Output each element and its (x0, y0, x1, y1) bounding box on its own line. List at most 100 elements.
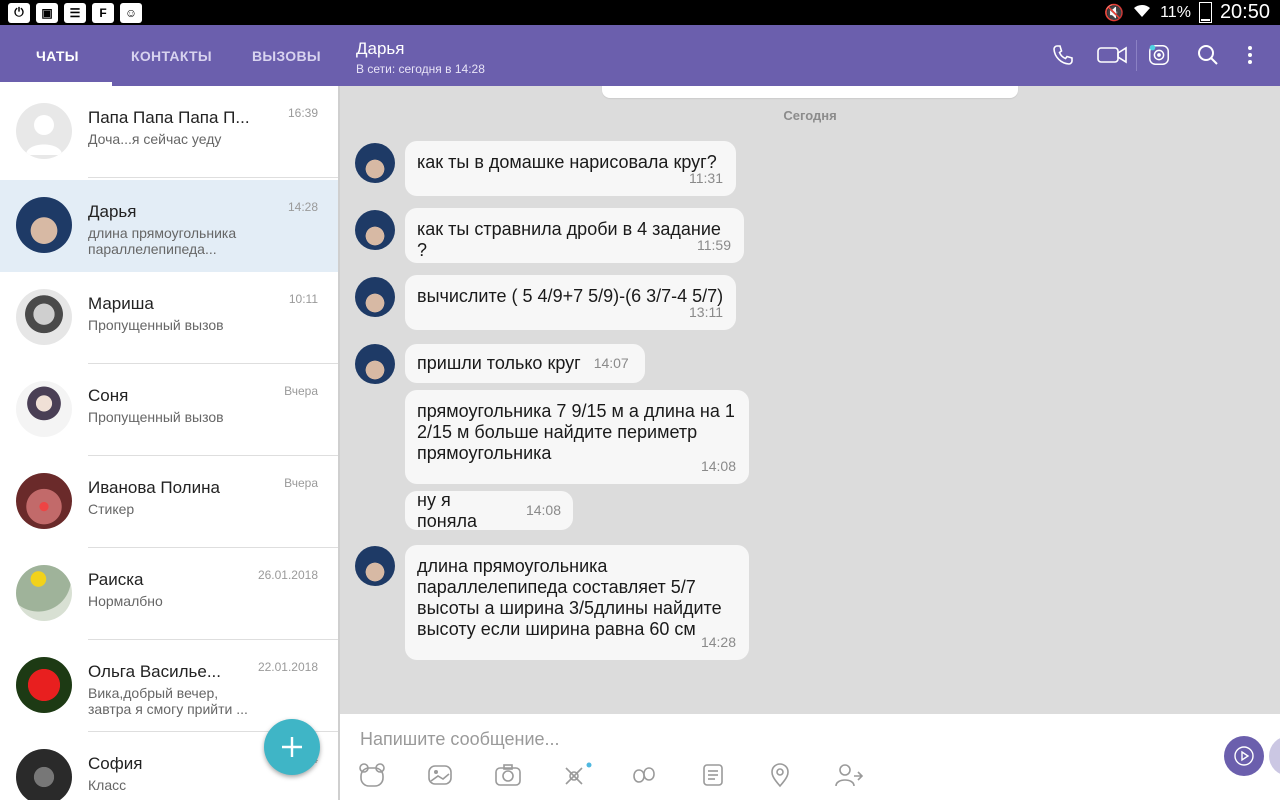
chat-list-item[interactable]: Соня Вчера Пропущенный вызов (0, 364, 338, 456)
chat-preview: Нормалбно (88, 593, 163, 609)
chat-preview: длина прямоугольника параллелепипеда... (88, 225, 237, 257)
message-bubble[interactable]: прямоугольника 7 9/15 м а длина на 1 2/1… (405, 390, 749, 484)
chat-preview: Класс (88, 777, 127, 793)
chat-name: Раиска (88, 570, 144, 589)
doodle-button[interactable] (562, 762, 592, 788)
avatar (16, 381, 72, 437)
chat-time: 22.01.2018 (257, 660, 318, 674)
toolbar-divider (1136, 40, 1137, 71)
message-text: длина прямоугольника параллелепипеда сос… (417, 556, 722, 639)
secondary-action-button[interactable] (1269, 736, 1280, 776)
message-bubble[interactable]: как ты в домашке нарисовала круг? 11:31 (405, 141, 736, 196)
tab-calls[interactable]: ВЫЗОВЫ (252, 25, 321, 86)
search-icon (1198, 45, 1218, 65)
sender-avatar[interactable] (355, 210, 395, 250)
chat-header[interactable]: Дарья В сети: сегодня в 14:28 (356, 39, 485, 76)
chat-time: Вчера (284, 476, 318, 490)
sender-avatar[interactable] (355, 344, 395, 384)
message-text: вычислите ( 5 4/9+7 5/9)-(6 3/7-4 5/7) (417, 286, 724, 306)
power-notification-icon: ⏻ (8, 2, 30, 23)
chat-time: 10:11 (288, 292, 318, 306)
chat-name: София (88, 754, 143, 773)
gallery-notification-icon: ▣ (36, 2, 58, 23)
chat-name: Дарья (88, 202, 137, 221)
leaf-gif-icon (633, 767, 655, 783)
video-camera-icon (1097, 46, 1127, 64)
message-bubble[interactable]: ну я поняла 14:08 (405, 489, 573, 531)
chat-time: Вчера (284, 384, 318, 398)
message-bubble[interactable]: пришли только круг 14:07 (405, 344, 645, 383)
chat-list-item[interactable]: Раиска 26.01.2018 Нормалбно (0, 548, 338, 640)
gallery-icon (428, 765, 452, 785)
chat-time: 14:28 (287, 200, 318, 214)
stories-icon (1149, 44, 1169, 65)
message-composer (340, 714, 1280, 800)
mute-icon: 🔇 (1104, 4, 1125, 22)
search-button[interactable] (1196, 43, 1220, 67)
send-button[interactable] (1224, 736, 1264, 776)
gallery-button[interactable] (426, 762, 454, 788)
chat-preview: Доча...я сейчас уеду (88, 131, 222, 147)
chat-list-item[interactable]: Иванова Полина Вчера Стикер (0, 456, 338, 548)
message-time: 14:28 (700, 634, 736, 650)
tab-contacts[interactable]: КОНТАКТЫ (131, 25, 212, 86)
location-button[interactable] (766, 762, 794, 788)
sender-avatar[interactable] (355, 546, 395, 586)
more-vertical-icon (1248, 46, 1252, 64)
bear-sticker-icon (359, 763, 385, 787)
avatar (16, 197, 72, 253)
share-contact-button[interactable] (834, 762, 864, 788)
message-bubble[interactable]: длина прямоугольника параллелепипеда сос… (405, 545, 749, 660)
document-icon (703, 764, 723, 786)
location-pin-icon (771, 763, 789, 788)
more-options-button[interactable] (1238, 43, 1262, 67)
news-notification-icon: ☰ (64, 2, 86, 23)
chat-name: Иванова Полина (88, 478, 220, 497)
message-input[interactable] (358, 725, 1202, 753)
message-time: 14:07 (593, 355, 629, 371)
flipboard-notification-icon: F (92, 2, 114, 23)
camera-button[interactable] (494, 762, 522, 788)
avatar (16, 657, 72, 713)
message-time: 14:08 (700, 458, 736, 474)
plus-icon (282, 737, 302, 757)
chat-online-status: В сети: сегодня в 14:28 (356, 62, 485, 76)
chat-list-item[interactable]: Мариша 10:11 Пропущенный вызов (0, 272, 338, 364)
snapchat-notification-icon: ☺ (120, 2, 142, 23)
chat-list-item[interactable]: Ольга Василье... 22.01.2018 Вика,добрый … (0, 640, 338, 732)
share-contact-icon (835, 764, 864, 787)
conversation-pane[interactable]: Сегодня как ты в домашке нарисовала круг… (340, 86, 1280, 714)
previous-message-edge (602, 86, 1018, 98)
video-call-button[interactable] (1096, 43, 1128, 67)
doodle-icon (565, 762, 592, 785)
battery-percent: 11% (1160, 3, 1191, 21)
sticker-button[interactable] (358, 762, 386, 788)
chat-preview: Вика,добрый вечер, завтра я смогу прийти… (88, 685, 248, 717)
message-text: как ты стравнила дроби в 4 задание ? (417, 219, 721, 260)
battery-icon (1198, 2, 1212, 23)
sender-avatar[interactable] (355, 277, 395, 317)
message-text: как ты в домашке нарисовала круг? (417, 152, 717, 172)
avatar (16, 565, 72, 621)
chat-list-item-selected[interactable]: Дарья 14:28 длина прямоугольника паралле… (0, 180, 338, 272)
message-bubble[interactable]: вычислите ( 5 4/9+7 5/9)-(6 3/7-4 5/7) 1… (405, 275, 736, 330)
new-chat-button[interactable] (264, 719, 320, 775)
attach-file-button[interactable] (698, 762, 726, 788)
stories-button[interactable] (1147, 43, 1171, 67)
chat-time: 16:39 (287, 106, 318, 120)
call-button[interactable] (1051, 43, 1075, 67)
chat-time: 26.01.2018 (257, 568, 318, 582)
day-separator: Сегодня (783, 108, 837, 123)
message-text: ну я поняла (417, 489, 477, 531)
chat-preview: Стикер (88, 501, 135, 517)
chat-list-item[interactable]: Папа Папа Папа П... 16:39 Доча...я сейча… (0, 86, 338, 178)
tab-chats[interactable]: ЧАТЫ (36, 25, 79, 86)
message-text: пришли только круг (417, 353, 581, 373)
sender-avatar[interactable] (355, 143, 395, 183)
avatar (16, 289, 72, 345)
top-app-bar: ЧАТЫ КОНТАКТЫ ВЫЗОВЫ Дарья В сети: сегод… (0, 25, 1280, 86)
chat-name: Соня (88, 386, 129, 405)
avatar (16, 749, 72, 800)
gif-button[interactable] (630, 762, 658, 788)
message-bubble[interactable]: как ты стравнила дроби в 4 задание ? 11:… (405, 208, 744, 263)
